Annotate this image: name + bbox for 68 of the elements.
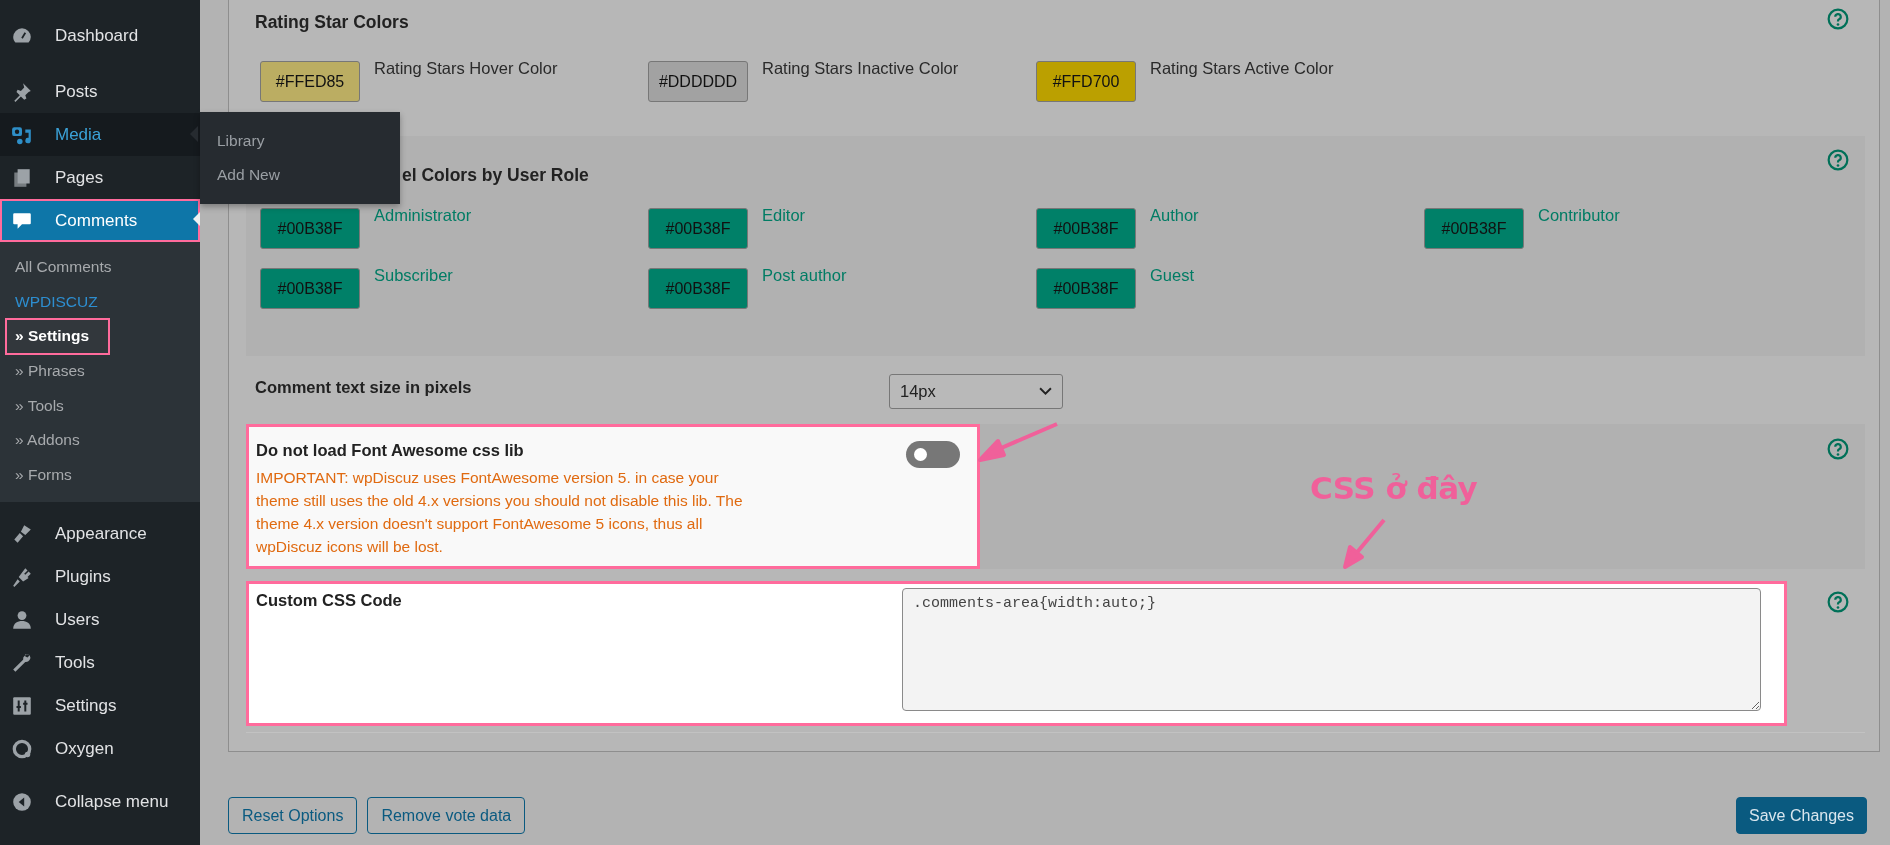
brush-icon [11, 522, 33, 545]
save-button[interactable]: Save Changes [1736, 797, 1867, 834]
role-label: Post author [762, 266, 847, 285]
warning-text: IMPORTANT: wpDiscuz uses FontAwesome version 5. in case your theme still uses the old 4.x versions you should not disable this lib. The theme 4.x version doesn't support FontAwesome 5 icons, thus all wpDiscuz icons will be lost. [256, 468, 744, 557]
submenu-item[interactable]: » Phrases [0, 353, 100, 389]
submenu-item[interactable]: » Addons [0, 422, 95, 458]
color-label: Rating Stars Active Color [1150, 59, 1334, 78]
secondary-button[interactable]: Reset Options [228, 797, 358, 834]
pages-icon [11, 166, 33, 189]
sidebar-item[interactable]: Collapse menu [0, 780, 200, 824]
collapse-icon [11, 790, 33, 813]
role-label: Subscriber [374, 266, 453, 285]
color-label: Rating Stars Inactive Color [762, 59, 959, 78]
help-icon[interactable] [1827, 591, 1849, 613]
ring-icon [11, 737, 33, 760]
color-picker-swatch[interactable]: #DDDDDD [648, 61, 748, 102]
color-picker-swatch[interactable]: #00B38F [648, 208, 748, 249]
flyout-menu-item[interactable]: Add New [200, 158, 400, 192]
role-label: Author [1150, 206, 1199, 225]
submenu-item[interactable]: WPDISCUZ [0, 284, 113, 320]
color-picker-swatch[interactable]: #00B38F [1036, 268, 1136, 309]
css-code-field[interactable]: .comments-area{width:auto;} [902, 588, 1761, 711]
submenu-item[interactable]: » Settings [6, 319, 110, 354]
font-size-select[interactable]: 14px [889, 374, 1063, 409]
color-picker-swatch[interactable]: #FFD700 [1036, 61, 1136, 102]
setting-label: Custom CSS Code [256, 590, 402, 611]
help-icon[interactable] [1827, 8, 1849, 30]
sidebar-item[interactable]: Comments [0, 199, 200, 242]
role-label: Administrator [374, 206, 472, 225]
sidebar-item[interactable]: Users [0, 598, 200, 642]
chevron-down-icon [1039, 387, 1052, 396]
role-label: Contributor [1538, 206, 1620, 225]
help-icon[interactable] [1827, 438, 1849, 460]
sidebar-item[interactable]: Dashboard [0, 14, 200, 57]
color-picker-swatch[interactable]: #00B38F [1424, 208, 1524, 249]
sidebar-item[interactable]: Oxygen [0, 727, 200, 771]
toggle-switch[interactable] [906, 441, 960, 468]
wrench-icon [11, 651, 33, 674]
sidebar-item[interactable]: Settings [0, 684, 200, 728]
section-heading: el Colors by User Role [402, 165, 589, 186]
sidebar-item[interactable]: Pages [0, 156, 200, 199]
color-picker-swatch[interactable]: #FFED85 [260, 61, 360, 102]
color-picker-swatch[interactable]: #00B38F [1036, 208, 1136, 249]
color-picker-swatch[interactable]: #00B38F [260, 268, 360, 309]
color-picker-swatch[interactable]: #00B38F [260, 208, 360, 249]
user-icon [11, 608, 33, 631]
role-label: Guest [1150, 266, 1195, 285]
submenu-item[interactable]: » Forms [0, 457, 87, 493]
role-label: Editor [762, 206, 806, 225]
submenu-item[interactable]: All Comments [0, 250, 127, 285]
flyout-menu-item[interactable]: Library [200, 124, 400, 158]
setting-label: Comment text size in pixels [255, 377, 473, 397]
sidebar-item[interactable]: Media [0, 113, 200, 156]
submenu-item[interactable]: » Tools [0, 388, 79, 423]
annotation-arrow [1343, 518, 1386, 569]
sidebar-item[interactable]: Appearance [0, 512, 200, 556]
sidebar-item[interactable]: Tools [0, 641, 200, 685]
plug-icon [11, 565, 33, 588]
secondary-button[interactable]: Remove vote data [367, 797, 526, 834]
help-icon[interactable] [1827, 149, 1849, 171]
annotation-label: CSS ở đây [1310, 470, 1478, 506]
sidebar-item[interactable]: Posts [0, 70, 200, 113]
setting-label: Do not load Font Awesome css lib [256, 441, 525, 460]
color-label: Rating Stars Hover Color [374, 59, 558, 78]
color-picker-swatch[interactable]: #00B38F [648, 268, 748, 309]
section-heading: Rating Star Colors [255, 11, 409, 33]
sidebar-item[interactable]: Plugins [0, 555, 200, 599]
sliders-icon [11, 694, 33, 717]
